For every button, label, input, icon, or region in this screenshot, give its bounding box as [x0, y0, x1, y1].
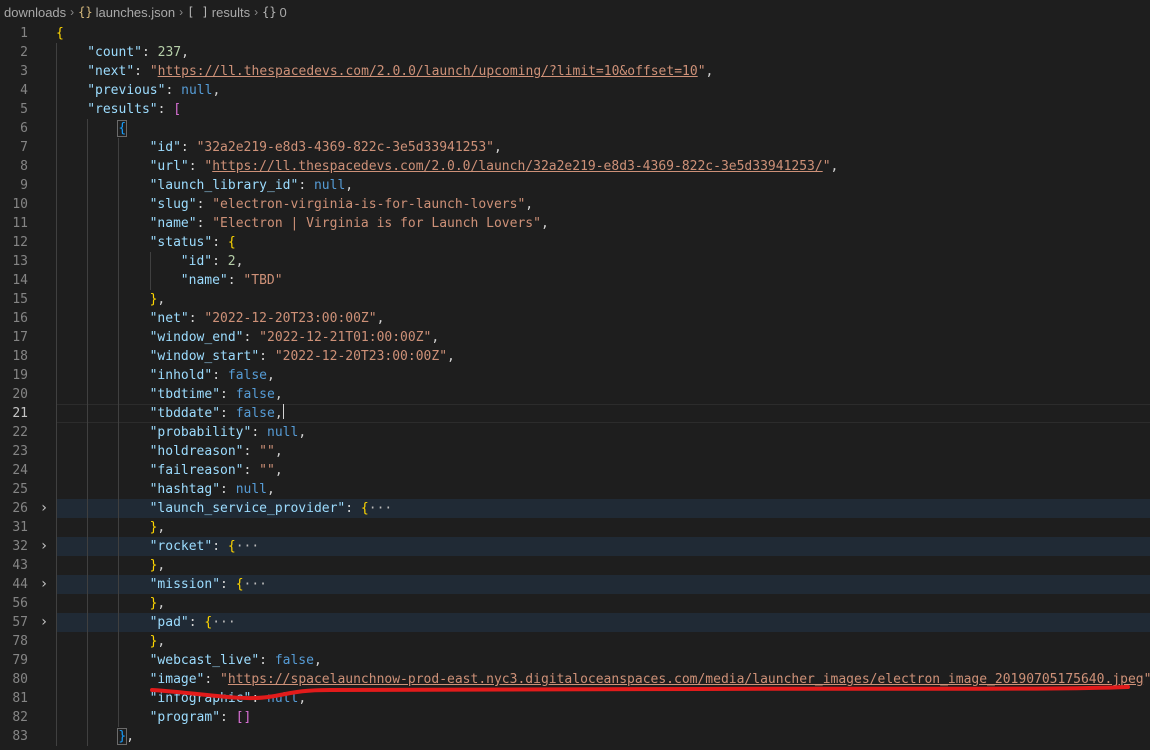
red-underline-annotation — [150, 685, 1130, 701]
